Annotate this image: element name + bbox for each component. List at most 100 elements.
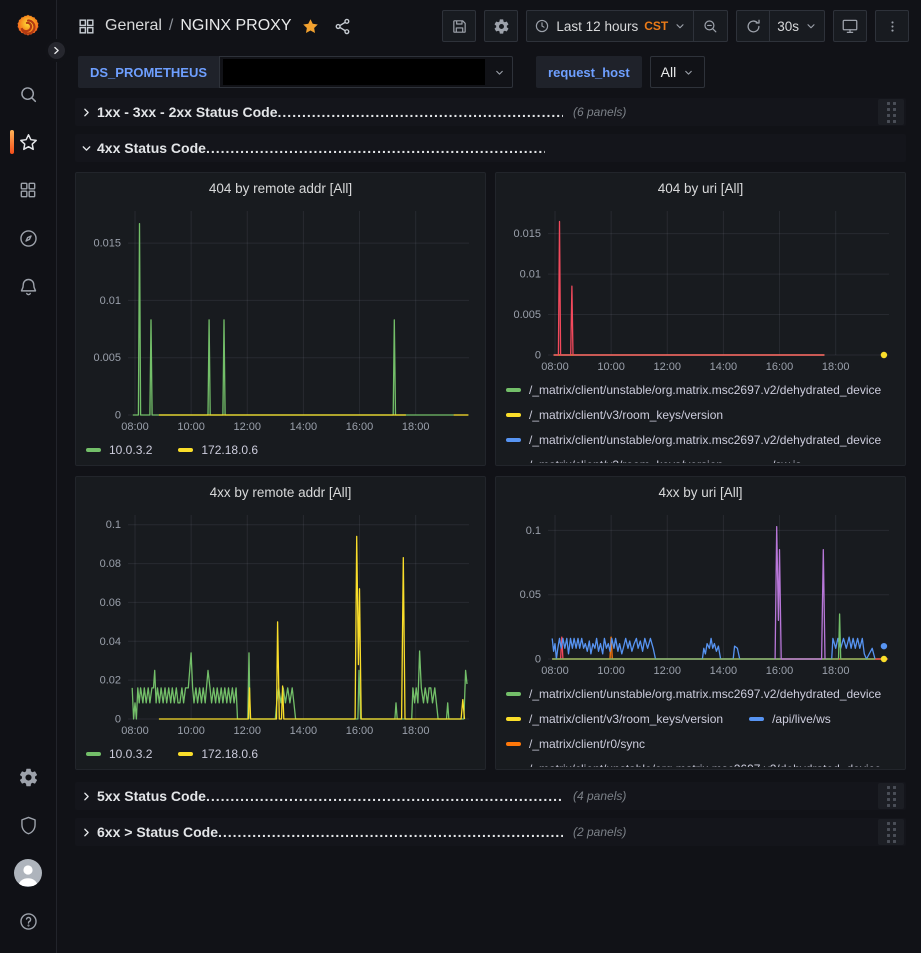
legend-series-swatch: [749, 717, 764, 721]
sidebar-item-profile[interactable]: [0, 849, 57, 897]
chart-404-by-uri[interactable]: 00.0050.010.01508:0010:0012:0014:0016:00…: [496, 203, 905, 375]
panel-title[interactable]: 4xx by uri [All]: [496, 477, 905, 507]
svg-text:0.01: 0.01: [520, 269, 541, 281]
legend-item[interactable]: /_matrix/client/r0/sync: [506, 737, 645, 751]
legend-row: /_matrix/client/v3/room_keys/version: [506, 402, 895, 427]
legend-item[interactable]: /_matrix/client/v3/room_keys/version: [506, 712, 723, 726]
datasource-variable-select[interactable]: [219, 56, 513, 88]
explore-compass-icon: [18, 228, 39, 249]
row-panel-count: (6 panels): [573, 105, 626, 119]
legend-item[interactable]: /_matrix/client/unstable/org.matrix.msc2…: [506, 687, 881, 701]
datasource-variable-label: DS_PROMETHEUS: [78, 56, 219, 88]
legend-row: /_matrix/client/unstable/org.matrix.msc2…: [506, 681, 895, 706]
legend-item[interactable]: /api/live/ws: [749, 712, 831, 726]
top-navigation: General / NGINX PROXY: [57, 0, 921, 52]
panel-title[interactable]: 404 by uri [All]: [496, 173, 905, 203]
legend-row: 10.0.3.2 172.18.0.6: [86, 437, 475, 461]
legend-item[interactable]: /_matrix/client/unstable/org.matrix.msc2…: [506, 762, 881, 768]
row-header-6xx[interactable]: 6xx > Status Code ......................…: [75, 818, 906, 846]
legend-item[interactable]: /_matrix/client/unstable/org.matrix.msc2…: [506, 433, 881, 447]
legend-series-swatch: [506, 717, 521, 721]
row-title-dots: ........................................…: [218, 824, 563, 840]
sidebar-item-explore[interactable]: [0, 214, 57, 262]
panel-grid: 404 by remote addr [All] 00.0050.010.015…: [75, 172, 906, 770]
sidebar-expand-button[interactable]: [45, 39, 68, 62]
row-panel-count: (2 panels): [573, 825, 626, 839]
row-title-dots: ........................................…: [206, 788, 563, 804]
legend-item[interactable]: 172.18.0.6: [178, 443, 258, 457]
sidebar-item-dashboards[interactable]: [0, 166, 57, 214]
panel-title[interactable]: 4xx by remote addr [All]: [76, 477, 485, 507]
clock-icon: [534, 18, 550, 34]
cycle-view-mode-button[interactable]: [833, 10, 867, 42]
request-host-variable-select[interactable]: All: [650, 56, 706, 88]
legend-series-swatch: [86, 448, 101, 452]
row-header-5xx[interactable]: 5xx Status Code ........................…: [75, 782, 906, 810]
refresh-button[interactable]: [736, 10, 770, 42]
gear-icon: [493, 18, 510, 35]
legend-row: /_matrix/client/v3/room_keys/version/sw.…: [506, 452, 895, 463]
svg-text:0.015: 0.015: [513, 228, 541, 240]
breadcrumb-separator: /: [169, 17, 173, 35]
svg-text:12:00: 12:00: [234, 421, 262, 433]
dashboard-title[interactable]: NGINX PROXY: [180, 17, 291, 35]
sidebar-item-configuration[interactable]: [0, 753, 57, 801]
chart-4xx-by-remote-addr[interactable]: 00.020.040.060.080.108:0010:0012:0014:00…: [76, 507, 485, 739]
chevron-down-icon: [674, 20, 686, 32]
legend-item[interactable]: /sw.js: [749, 458, 801, 464]
svg-text:0.04: 0.04: [100, 636, 121, 648]
dashboard-settings-button[interactable]: [484, 10, 518, 42]
chart-svg[interactable]: 00.0050.010.01508:0010:0012:0014:0016:00…: [504, 203, 899, 375]
row-drag-handle-icon[interactable]: [878, 819, 904, 845]
save-dashboard-button[interactable]: [442, 10, 476, 42]
legend-item[interactable]: /_matrix/client/v3/room_keys/version: [506, 408, 723, 422]
svg-text:0.02: 0.02: [100, 675, 121, 687]
breadcrumb-section[interactable]: General: [105, 17, 162, 35]
sidebar-item-search[interactable]: [0, 70, 57, 118]
svg-text:08:00: 08:00: [121, 421, 149, 433]
legend-item[interactable]: 10.0.3.2: [86, 443, 152, 457]
more-options-button[interactable]: [875, 10, 909, 42]
legend-item[interactable]: 10.0.3.2: [86, 747, 152, 761]
panel-legend: /_matrix/client/unstable/org.matrix.msc2…: [496, 679, 905, 767]
chart-svg[interactable]: 00.020.040.060.080.108:0010:0012:0014:00…: [84, 507, 479, 739]
legend-series-swatch: [506, 463, 521, 464]
sidebar-item-help[interactable]: [0, 897, 57, 945]
chevron-right-icon: [75, 790, 97, 803]
share-icon[interactable]: [333, 17, 352, 36]
row-header-1xx-3xx-2xx[interactable]: 1xx - 3xx - 2xx Status Code ............…: [75, 98, 906, 126]
svg-text:10:00: 10:00: [597, 361, 625, 373]
svg-text:0.005: 0.005: [93, 352, 121, 364]
sidebar-item-server-admin[interactable]: [0, 801, 57, 849]
svg-text:0.01: 0.01: [100, 295, 121, 307]
sidebar-item-starred[interactable]: [0, 118, 57, 166]
sidebar-item-alerting[interactable]: [0, 262, 57, 310]
request-host-value: All: [661, 64, 677, 80]
legend-item[interactable]: /_matrix/client/v3/room_keys/version: [506, 458, 723, 464]
legend-series-label: /_matrix/client/unstable/org.matrix.msc2…: [529, 433, 881, 447]
row-header-4xx[interactable]: 4xx Status Code ........................…: [75, 134, 906, 162]
chart-404-by-remote-addr[interactable]: 00.0050.010.01508:0010:0012:0014:0016:00…: [76, 203, 485, 435]
legend-series-label: /_matrix/client/unstable/org.matrix.msc2…: [529, 762, 881, 768]
legend-item[interactable]: /_matrix/client/unstable/org.matrix.msc2…: [506, 383, 881, 397]
legend-item[interactable]: 172.18.0.6: [178, 747, 258, 761]
legend-series-swatch: [178, 752, 193, 756]
chart-svg[interactable]: 00.050.108:0010:0012:0014:0016:0018:00: [504, 507, 899, 679]
timezone-label: CST: [644, 19, 668, 33]
grafana-logo[interactable]: [13, 12, 43, 42]
panel-title[interactable]: 404 by remote addr [All]: [76, 173, 485, 203]
zoom-out-icon: [702, 18, 719, 35]
favorite-star-icon[interactable]: [301, 17, 320, 36]
chevron-right-icon: [75, 106, 97, 119]
legend-series-label: 10.0.3.2: [109, 443, 152, 457]
row-drag-handle-icon[interactable]: [878, 99, 904, 125]
row-drag-handle-icon[interactable]: [878, 783, 904, 809]
chart-svg[interactable]: 00.0050.010.01508:0010:0012:0014:0016:00…: [84, 203, 479, 435]
legend-series-label: 172.18.0.6: [201, 443, 258, 457]
time-range-picker[interactable]: Last 12 hours CST: [526, 10, 694, 42]
refresh-interval-dropdown[interactable]: 30s: [770, 10, 825, 42]
zoom-out-time-button[interactable]: [694, 10, 728, 42]
chart-4xx-by-uri[interactable]: 00.050.108:0010:0012:0014:0016:0018:00: [496, 507, 905, 679]
legend-series-swatch: [506, 767, 521, 768]
refresh-icon: [745, 18, 762, 35]
